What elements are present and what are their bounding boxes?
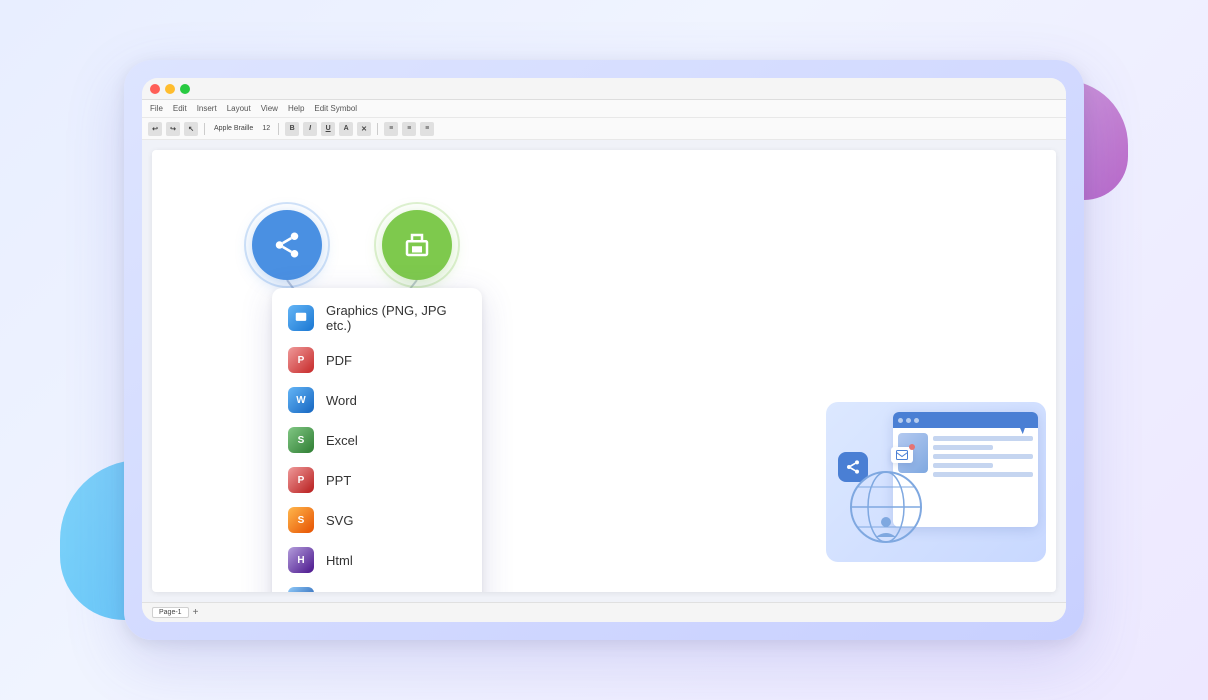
cursor-button[interactable]: ↖: [184, 122, 198, 136]
browser-line-5: [933, 472, 1033, 477]
browser-line-2: [933, 445, 993, 450]
menu-item-visio[interactable]: V Visio: [272, 580, 482, 592]
close-dot[interactable]: [150, 84, 160, 94]
browser-lines: [933, 433, 1033, 477]
browser-dot-2: [906, 418, 911, 423]
pdf-label: PDF: [326, 353, 352, 368]
menu-item-word[interactable]: W Word: [272, 380, 482, 420]
html-icon: H: [288, 547, 314, 573]
illustration-panel: [826, 402, 1046, 562]
toolbar-sep-3: [377, 123, 378, 135]
menu-item-pdf[interactable]: P PDF: [272, 340, 482, 380]
browser-line-1: [933, 436, 1033, 441]
word-icon: W: [288, 387, 314, 413]
diagram-container: Graphics (PNG, JPG etc.) P PDF W: [192, 180, 532, 440]
illustration-inner: [826, 402, 1046, 562]
menu-edit-symbol[interactable]: Edit Symbol: [314, 104, 357, 113]
editor-menubar: File Edit Insert Layout View Help Edit S…: [142, 100, 1066, 118]
html-label: Html: [326, 553, 353, 568]
paper-plane-icon: [1009, 414, 1031, 436]
export-menu: Graphics (PNG, JPG etc.) P PDF W: [272, 288, 482, 592]
toolbar-sep-2: [278, 123, 279, 135]
underline-button[interactable]: U: [321, 122, 335, 136]
excel-label: Excel: [326, 433, 358, 448]
excel-icon: S: [288, 427, 314, 453]
editor-titlebar: [142, 78, 1066, 100]
envelope-float: [891, 447, 913, 463]
laptop-screen: File Edit Insert Layout View Help Edit S…: [142, 78, 1066, 622]
add-page-button[interactable]: +: [193, 607, 199, 618]
graphics-icon: [288, 305, 314, 331]
word-label: Word: [326, 393, 357, 408]
laptop-frame: File Edit Insert Layout View Help Edit S…: [124, 60, 1084, 640]
menu-insert[interactable]: Insert: [197, 104, 217, 113]
font-size[interactable]: 12: [260, 125, 272, 132]
graphics-label: Graphics (PNG, JPG etc.): [326, 303, 466, 333]
font-name[interactable]: Apple Braille: [211, 125, 256, 132]
menu-help[interactable]: Help: [288, 104, 304, 113]
ppt-label: PPT: [326, 473, 351, 488]
menu-file[interactable]: File: [150, 104, 163, 113]
ppt-icon: P: [288, 467, 314, 493]
editor-canvas: Graphics (PNG, JPG etc.) P PDF W: [152, 150, 1056, 592]
strikethrough-button[interactable]: ✕: [357, 122, 371, 136]
menu-item-excel[interactable]: S Excel: [272, 420, 482, 460]
menu-edit[interactable]: Edit: [173, 104, 187, 113]
browser-dot-3: [914, 418, 919, 423]
maximize-dot[interactable]: [180, 84, 190, 94]
notification-dot: [909, 444, 915, 450]
align-left-button[interactable]: ≡: [384, 122, 398, 136]
editor-toolbar: ↩ ↪ ↖ Apple Braille 12 B I U A ✕ ≡ ≡ ≡: [142, 118, 1066, 140]
svg-label: SVG: [326, 513, 353, 528]
share-node[interactable]: [252, 210, 322, 280]
redo-button[interactable]: ↪: [166, 122, 180, 136]
menu-item-svg[interactable]: S SVG: [272, 500, 482, 540]
svg-icon: S: [288, 507, 314, 533]
visio-icon: V: [288, 587, 314, 592]
undo-button[interactable]: ↩: [148, 122, 162, 136]
editor-footer: Page-1 +: [142, 602, 1066, 622]
menu-view[interactable]: View: [261, 104, 278, 113]
align-center-button[interactable]: ≡: [402, 122, 416, 136]
page-tab[interactable]: Page-1: [152, 607, 189, 618]
print-node[interactable]: [382, 210, 452, 280]
menu-item-ppt[interactable]: P PPT: [272, 460, 482, 500]
browser-dot-1: [898, 418, 903, 423]
menu-item-html[interactable]: H Html: [272, 540, 482, 580]
globe-illustration: [846, 467, 926, 547]
editor-area: File Edit Insert Layout View Help Edit S…: [142, 78, 1066, 622]
pdf-icon: P: [288, 347, 314, 373]
align-right-button[interactable]: ≡: [420, 122, 434, 136]
browser-line-4: [933, 463, 993, 468]
minimize-dot[interactable]: [165, 84, 175, 94]
toolbar-sep-1: [204, 123, 205, 135]
bold-button[interactable]: B: [285, 122, 299, 136]
menu-item-graphics[interactable]: Graphics (PNG, JPG etc.): [272, 296, 482, 340]
font-color-button[interactable]: A: [339, 122, 353, 136]
menu-layout[interactable]: Layout: [227, 104, 251, 113]
browser-line-3: [933, 454, 1033, 459]
italic-button[interactable]: I: [303, 122, 317, 136]
